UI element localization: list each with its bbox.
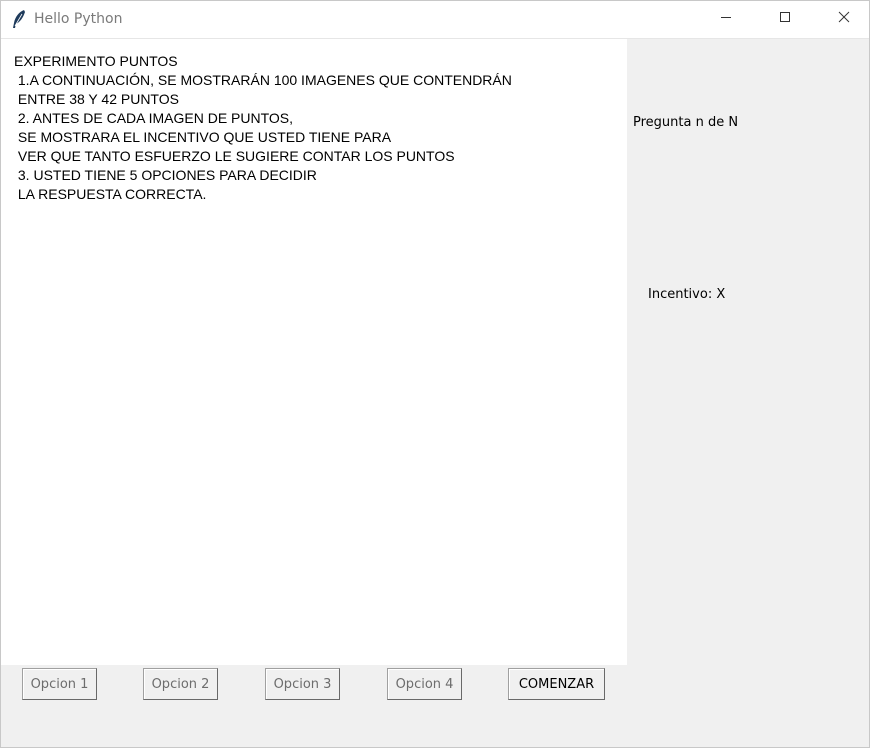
- instruction-line: 2. ANTES DE CADA IMAGEN DE PUNTOS,: [14, 110, 294, 126]
- incentive-label: Incentivo: X: [648, 287, 726, 302]
- main-content: EXPERIMENTO PUNTOS 1.A CONTINUACIÓN, SE …: [1, 39, 869, 747]
- close-button[interactable]: [821, 1, 867, 37]
- maximize-icon: [779, 10, 791, 28]
- start-button[interactable]: COMENZAR: [508, 668, 605, 700]
- instruction-line: LA RESPUESTA CORRECTA.: [14, 186, 207, 202]
- option-4-button[interactable]: Opcion 4: [387, 668, 462, 700]
- maximize-button[interactable]: [762, 1, 808, 37]
- instruction-line: SE MOSTRARA EL INCENTIVO QUE USTED TIENE…: [14, 129, 392, 145]
- question-counter-label: Pregunta n de N: [633, 115, 739, 130]
- instructions-text-area[interactable]: EXPERIMENTO PUNTOS 1.A CONTINUACIÓN, SE …: [1, 39, 627, 665]
- window-title: Hello Python: [34, 11, 123, 27]
- instruction-line: 1.A CONTINUACIÓN, SE MOSTRARÁN 100 IMAGE…: [14, 72, 512, 88]
- instruction-line: ENTRE 38 Y 42 PUNTOS: [14, 91, 179, 107]
- option-1-button[interactable]: Opcion 1: [22, 668, 97, 700]
- instruction-line: VER QUE TANTO ESFUERZO LE SUGIERE CONTAR…: [14, 148, 455, 164]
- title-bar[interactable]: Hello Python: [1, 1, 869, 39]
- option-2-button[interactable]: Opcion 2: [143, 668, 218, 700]
- option-3-button[interactable]: Opcion 3: [265, 668, 340, 700]
- app-window: Hello Python EXPERIMENTO PUNTOS 1.A CONT…: [0, 0, 870, 748]
- minimize-button[interactable]: [703, 1, 749, 37]
- feather-icon: [11, 9, 27, 29]
- instruction-line: EXPERIMENTO PUNTOS: [14, 53, 178, 69]
- instruction-line: 3. USTED TIENE 5 OPCIONES PARA DECIDIR: [14, 167, 317, 183]
- close-icon: [838, 10, 850, 28]
- minimize-icon: [720, 10, 732, 28]
